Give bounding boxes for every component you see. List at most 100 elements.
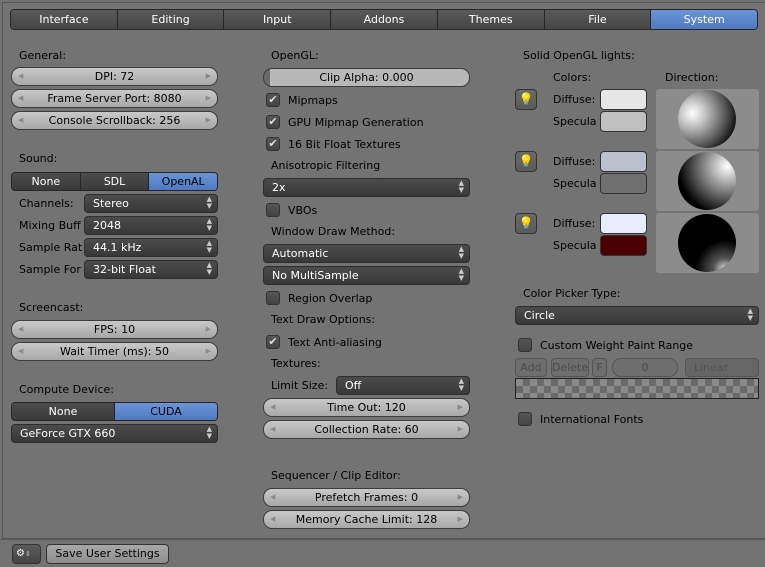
light-direction-control[interactable]	[656, 89, 759, 149]
channels-label: Channels:	[19, 197, 74, 210]
console-scrollback-value: Console Scrollback: 256	[48, 114, 181, 127]
sample-rate-label: Sample Rat	[19, 241, 83, 254]
fps-slider[interactable]: ◀ FPS: 10 ▶	[11, 320, 218, 339]
specular-label: Specula	[553, 115, 597, 128]
updown-icon: ▲ ▼	[206, 239, 212, 254]
limit-size-dropdown[interactable]: Off ▲ ▼	[336, 376, 470, 395]
clip-alpha-value: Clip Alpha: 0.000	[319, 71, 414, 84]
check-icon: ✔	[266, 137, 280, 151]
tab-file[interactable]: File	[544, 10, 652, 29]
color-picker-label: Color Picker Type:	[523, 287, 621, 300]
gpu-mipmap-checkbox[interactable]: ✔ GPU Mipmap Generation	[266, 115, 424, 129]
collection-rate-slider[interactable]: ◀ Collection Rate: 60 ▶	[263, 420, 470, 439]
window-draw-value: Automatic	[272, 247, 329, 260]
diffuse-color-swatch[interactable]	[600, 89, 647, 110]
colors-label: Colors:	[553, 71, 592, 84]
channels-value: Stereo	[93, 197, 129, 210]
mixing-buffer-dropdown[interactable]: 2048 ▲ ▼	[84, 216, 218, 235]
tab-interface[interactable]: Interface	[11, 10, 118, 29]
compute-device-radio: None CUDA	[11, 402, 218, 421]
check-icon: ✔	[266, 93, 280, 107]
weight-stepper[interactable]: 0	[612, 358, 678, 377]
sample-format-dropdown[interactable]: 32-bit Float ▲ ▼	[84, 260, 218, 279]
light-bulb-icon[interactable]: 💡	[515, 89, 537, 110]
memory-cache-value: Memory Cache Limit: 128	[295, 513, 438, 526]
tab-system[interactable]: System	[651, 10, 757, 29]
custom-weight-checkbox[interactable]: Custom Weight Paint Range	[518, 338, 693, 352]
save-user-settings-button[interactable]: Save User Settings	[46, 544, 169, 564]
aniso-dropdown[interactable]: 2x ▲ ▼	[263, 178, 470, 197]
mipmaps-checkbox[interactable]: ✔ Mipmaps	[266, 93, 338, 107]
aniso-label: Anisotropic Filtering	[271, 159, 381, 172]
specular-color-swatch[interactable]	[600, 235, 647, 256]
add-button[interactable]: Add	[515, 358, 547, 377]
frame-server-port-slider[interactable]: ◀ Frame Server Port: 8080 ▶	[11, 89, 218, 108]
sound-sdl-option[interactable]: SDL	[80, 173, 150, 190]
frame-server-port-value: Frame Server Port: 8080	[47, 92, 182, 105]
interpolation-dropdown[interactable]: Linear	[685, 358, 759, 377]
wait-timer-value: Wait Timer (ms): 50	[60, 345, 169, 358]
diffuse-color-swatch[interactable]	[600, 213, 647, 234]
compute-none-option[interactable]: None	[12, 403, 115, 420]
multisample-dropdown[interactable]: No MultiSample ▲ ▼	[263, 266, 470, 285]
color-picker-dropdown[interactable]: Circle ▲ ▼	[515, 306, 759, 325]
memory-cache-slider[interactable]: ◀ Memory Cache Limit: 128 ▶	[263, 510, 470, 529]
prefetch-slider[interactable]: ◀ Prefetch Frames: 0 ▶	[263, 488, 470, 507]
compute-cuda-option[interactable]: CUDA	[115, 403, 217, 420]
direction-label: Direction:	[665, 71, 719, 84]
sample-format-label: Sample For	[19, 263, 81, 276]
sound-openal-option[interactable]: OpenAL	[149, 173, 217, 190]
updown-icon: ▲ ▼	[747, 307, 753, 322]
light-direction-control[interactable]	[656, 151, 759, 211]
light-bulb-icon[interactable]: 💡	[515, 213, 537, 234]
flip-button[interactable]: F	[592, 358, 607, 377]
region-overlap-checkbox[interactable]: Region Overlap	[266, 291, 372, 305]
tab-input[interactable]: Input	[224, 10, 332, 29]
delete-button[interactable]: Delete	[551, 358, 589, 377]
text-aa-checkbox[interactable]: ✔ Text Anti-aliasing	[266, 335, 382, 349]
float-textures-checkbox[interactable]: ✔ 16 Bit Float Textures	[266, 137, 401, 151]
collection-rate-value: Collection Rate: 60	[314, 423, 419, 436]
console-scrollback-slider[interactable]: ◀ Console Scrollback: 256 ▶	[11, 111, 218, 130]
intl-fonts-checkbox[interactable]: International Fonts	[518, 412, 643, 426]
direction-sphere	[678, 152, 736, 210]
dpi-slider[interactable]: ◀ DPI: 72 ▶	[11, 67, 218, 86]
sequencer-label: Sequencer / Clip Editor:	[271, 469, 401, 482]
light-bulb-icon[interactable]: 💡	[515, 151, 537, 172]
color-ramp[interactable]	[515, 378, 759, 399]
float-textures-label: 16 Bit Float Textures	[288, 137, 401, 151]
custom-weight-label: Custom Weight Paint Range	[540, 338, 694, 352]
channels-dropdown[interactable]: Stereo ▲ ▼	[84, 194, 218, 213]
tab-themes[interactable]: Themes	[437, 10, 545, 29]
editor-type-button[interactable]: ⚙⇕	[12, 544, 41, 564]
light-direction-control[interactable]	[656, 213, 759, 273]
check-icon: ✔	[266, 335, 280, 349]
vbos-checkbox[interactable]: VBOs	[266, 203, 317, 217]
tab-addons[interactable]: Addons	[331, 10, 438, 29]
weight-value: 0	[641, 361, 649, 374]
clip-alpha-slider[interactable]: Clip Alpha: 0.000	[263, 68, 470, 87]
specular-color-swatch[interactable]	[600, 111, 647, 132]
mixing-buffer-label: Mixing Buff	[19, 219, 81, 232]
gpu-mipmap-label: GPU Mipmap Generation	[288, 115, 424, 129]
lights-label: Solid OpenGL lights:	[523, 49, 635, 62]
updown-icon: ▲ ▼	[206, 195, 212, 210]
sample-rate-value: 44.1 kHz	[93, 241, 142, 254]
updown-icon: ⇕	[24, 550, 31, 558]
wait-timer-slider[interactable]: ◀ Wait Timer (ms): 50 ▶	[11, 342, 218, 361]
sound-none-option[interactable]: None	[12, 173, 81, 190]
sample-rate-dropdown[interactable]: 44.1 kHz ▲ ▼	[84, 238, 218, 257]
window-draw-dropdown[interactable]: Automatic ▲ ▼	[263, 244, 470, 263]
gpu-device-value: GeForce GTX 660	[20, 427, 116, 440]
time-out-slider[interactable]: ◀ Time Out: 120 ▶	[263, 398, 470, 417]
limit-size-value: Off	[345, 379, 362, 392]
gpu-device-dropdown[interactable]: GeForce GTX 660 ▲ ▼	[11, 424, 218, 443]
prefetch-value: Prefetch Frames: 0	[314, 491, 419, 504]
tab-editing[interactable]: Editing	[117, 10, 225, 29]
limit-size-label: Limit Size:	[271, 379, 329, 392]
diffuse-color-swatch[interactable]	[600, 151, 647, 172]
time-out-value: Time Out: 120	[327, 401, 406, 414]
diffuse-label: Diffuse:	[553, 93, 596, 106]
preferences-icon: ⚙	[16, 548, 25, 559]
specular-color-swatch[interactable]	[600, 173, 647, 194]
